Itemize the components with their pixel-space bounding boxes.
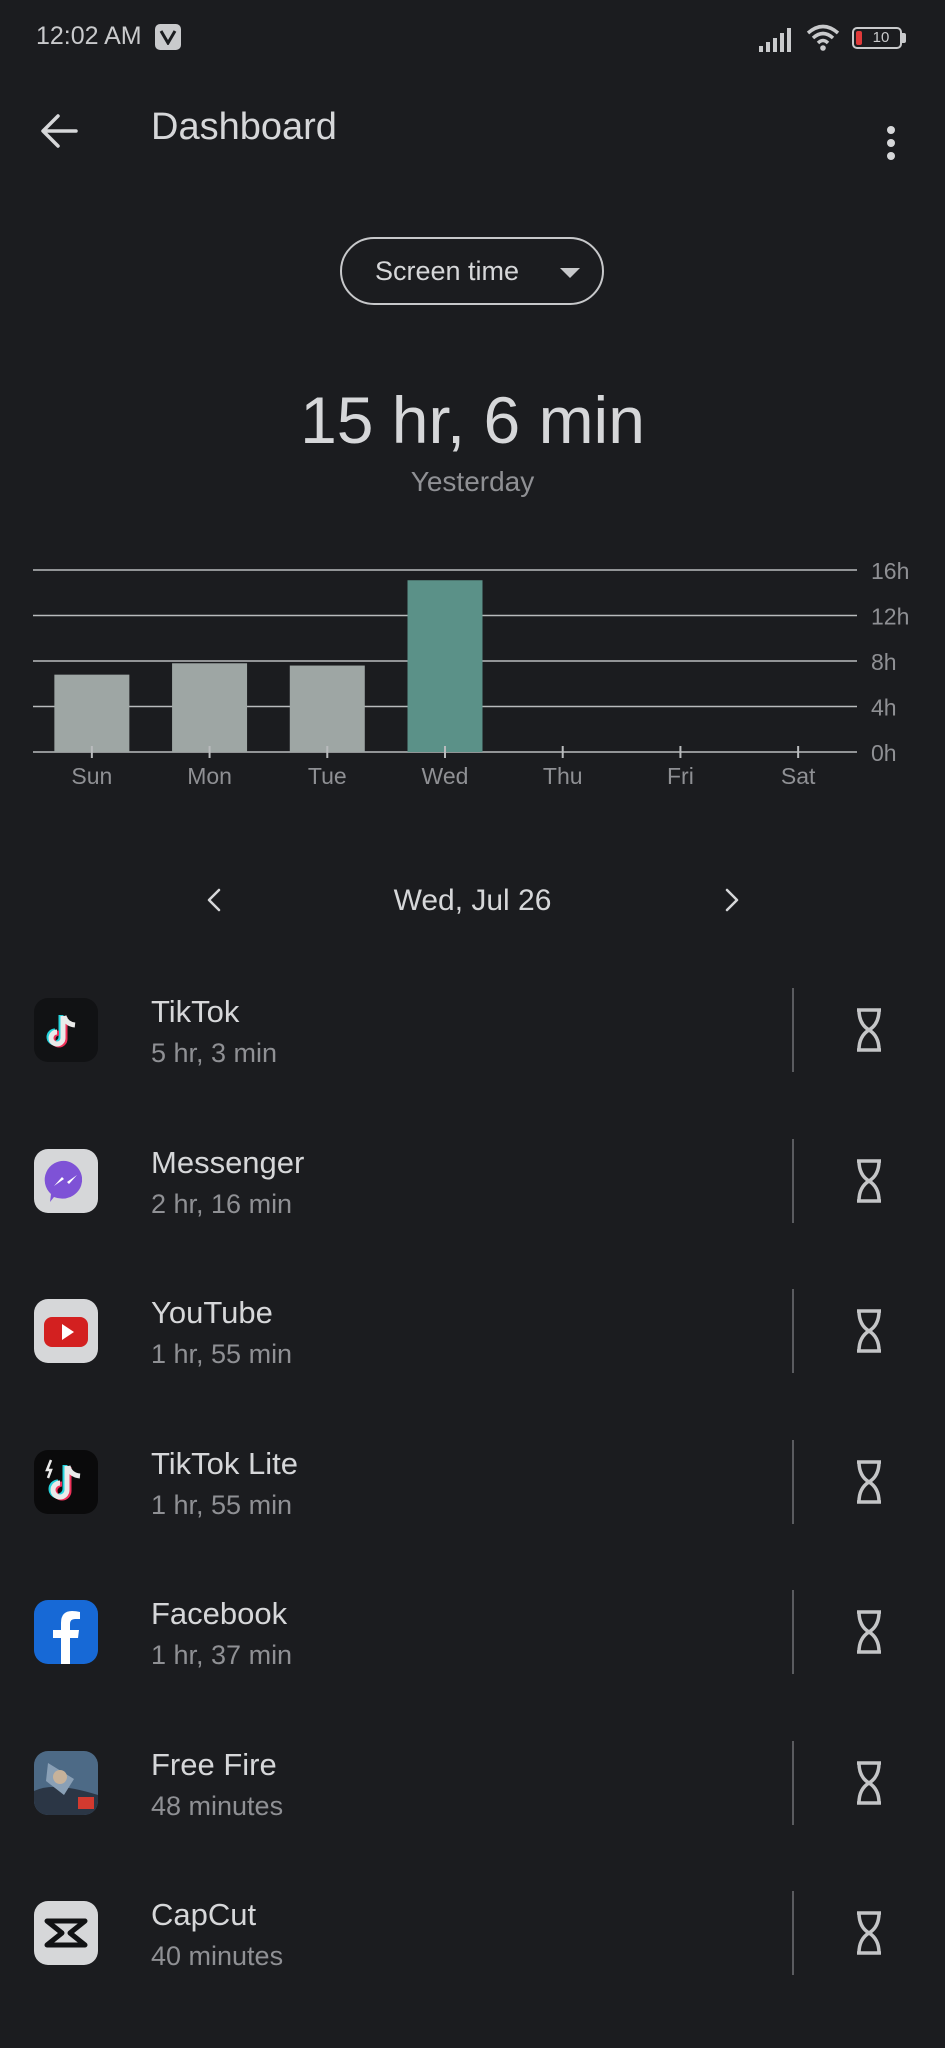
y-tick-label: 8h: [871, 649, 897, 675]
battery-level: 10: [872, 29, 890, 46]
more-dot-icon: [887, 126, 895, 134]
total-caption: Yesterday: [410, 466, 535, 497]
chart-bar-wed: [407, 580, 483, 752]
app-row-free-fire[interactable]: Free Fire 48 minutes: [0, 1733, 945, 1884]
status-time: 12:02 AM: [36, 22, 142, 50]
hourglass-icon: [857, 1158, 881, 1203]
app-row-capcut[interactable]: CapCut 40 minutes: [0, 1883, 945, 2034]
app-usage-time: 48 minutes: [151, 1790, 284, 1821]
app-timer-button[interactable]: [845, 1604, 893, 1660]
y-tick-label: 4h: [871, 695, 897, 721]
app-name: TikTok Lite: [151, 1445, 299, 1481]
x-tick-label: Thu: [543, 763, 583, 789]
app-usage-time: 40 minutes: [151, 1941, 284, 1971]
x-tick-label: Tue: [308, 763, 347, 789]
y-tick-label: 12h: [871, 604, 909, 630]
caret-down-icon: [560, 268, 580, 278]
weekly-usage-chart: 0h 4h 8h 12h 16h Sun Mon Tue Wed Thu Fri Sat: [33, 558, 909, 789]
y-tick-label: 16h: [871, 558, 909, 584]
hourglass-icon: [857, 1008, 881, 1052]
total-screen-time: 15 hr, 6 min: [300, 383, 645, 457]
metric-selector-dropdown[interactable]: Screen time: [340, 237, 604, 305]
battery-icon: 10: [852, 27, 902, 49]
hourglass-icon: [857, 1610, 881, 1654]
free-fire-icon: [34, 1750, 98, 1815]
app-timer-button[interactable]: [845, 1153, 893, 1209]
chevron-right-icon: [725, 888, 739, 912]
app-name: Facebook: [151, 1596, 288, 1631]
row-divider: [792, 1289, 794, 1373]
app-timer-button[interactable]: [845, 1454, 893, 1510]
app-timer-button[interactable]: [845, 1905, 893, 1961]
messenger-icon: [34, 1148, 98, 1213]
x-tick-label: Sun: [71, 763, 112, 789]
date-navigator: Wed, Jul 26: [0, 868, 945, 932]
app-usage-time: 1 hr, 55 min: [151, 1339, 293, 1369]
row-divider: [792, 1138, 794, 1223]
tiktok-lite-icon: [34, 1449, 98, 1514]
x-tick-label: Mon: [187, 763, 232, 789]
hourglass-icon: [857, 1309, 881, 1353]
next-day-button[interactable]: [714, 878, 750, 922]
hourglass-icon: [857, 1459, 881, 1504]
selector-label: Screen time: [375, 256, 520, 286]
hourglass-icon: [857, 1760, 881, 1805]
chart-bar-sun: [54, 674, 130, 752]
back-button[interactable]: [30, 102, 88, 160]
youtube-icon: [34, 1299, 98, 1363]
row-divider: [792, 1590, 794, 1674]
capcut-icon: [34, 1901, 98, 1965]
facebook-icon: [34, 1600, 98, 1664]
signal-icon: [759, 28, 791, 52]
hourglass-icon: [857, 1911, 881, 1955]
row-divider: [792, 988, 794, 1072]
app-name: YouTube: [151, 1295, 273, 1330]
app-bar: Dashboard: [0, 90, 945, 170]
chart-bar-mon: [172, 663, 248, 752]
app-timer-button[interactable]: [845, 1303, 893, 1359]
app-row-tiktok-lite[interactable]: TikTok Lite 1 hr, 55 min: [0, 1432, 945, 1583]
tiktok-icon: [34, 998, 98, 1062]
app-row-messenger[interactable]: Messenger 2 hr, 16 min: [0, 1131, 945, 1282]
app-name: Free Fire: [151, 1746, 277, 1782]
row-divider: [792, 1439, 794, 1524]
app-timer-button[interactable]: [845, 1002, 893, 1058]
status-bar: 12:02 AM 10: [0, 0, 945, 80]
app-usage-time: 1 hr, 37 min: [151, 1640, 293, 1670]
app-usage-time: 5 hr, 3 min: [151, 1038, 278, 1068]
app-name: CapCut: [151, 1897, 257, 1932]
row-divider: [792, 1740, 794, 1825]
app-row-facebook[interactable]: Facebook 1 hr, 37 min: [0, 1582, 945, 1733]
app-usage-time: 2 hr, 16 min: [151, 1188, 293, 1219]
arrow-left-icon: [41, 114, 78, 148]
selected-date: Wed, Jul 26: [393, 884, 552, 917]
row-divider: [792, 1891, 794, 1975]
app-name: TikTok: [151, 994, 240, 1029]
app-row-youtube[interactable]: YouTube 1 hr, 55 min: [0, 1281, 945, 1432]
y-tick-label: 0h: [871, 740, 897, 766]
app-row-tiktok[interactable]: TikTok 5 hr, 3 min: [0, 980, 945, 1131]
x-tick-label: Sat: [781, 763, 816, 789]
more-options-button[interactable]: [866, 104, 916, 160]
page-title: Dashboard: [151, 106, 337, 148]
app-timer-button[interactable]: [845, 1755, 893, 1811]
chart-bar-tue: [289, 665, 365, 752]
app-usage-list: TikTok 5 hr, 3 min Messenger 2 hr, 16 mi…: [0, 980, 945, 2034]
x-tick-label: Fri: [667, 763, 694, 789]
vpn-badge-icon: [155, 24, 181, 50]
wifi-icon: [806, 24, 840, 51]
app-usage-time: 1 hr, 55 min: [151, 1489, 293, 1520]
x-tick-label: Wed: [422, 763, 469, 789]
app-name: Messenger: [151, 1144, 305, 1180]
